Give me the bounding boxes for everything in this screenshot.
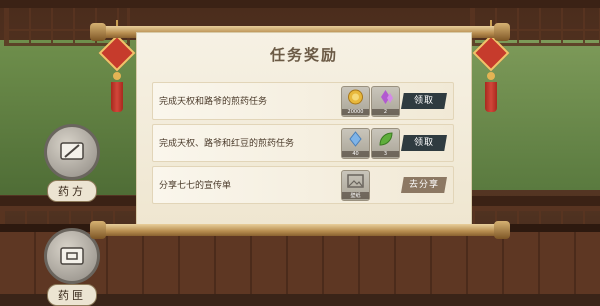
reward-qty: 壁纸	[342, 192, 369, 199]
share-button[interactable]: 去分享	[401, 177, 447, 193]
medicine-box-button[interactable]: 药匣	[40, 228, 104, 306]
reward-item[interactable]: 壁纸	[341, 170, 370, 201]
task-text: 分享七七的宣传单	[159, 181, 232, 191]
recipe-label: 药方	[47, 180, 97, 202]
blue-crystal-icon	[349, 131, 362, 147]
reward-item[interactable]: 3	[371, 128, 400, 159]
reward-item[interactable]: 20000	[341, 86, 370, 117]
panel-title: 任务奖励	[136, 38, 472, 72]
task-text: 完成天权和路爷的煎药任务	[159, 97, 268, 107]
scroll-rod-bottom	[90, 221, 510, 239]
reward-panel: 任务奖励 完成天权和路爷的煎药任务 20000 2 领取 完成天权、路爷和红豆的…	[136, 32, 472, 228]
reward-qty: 2	[372, 109, 399, 115]
reward-item[interactable]: 2	[371, 86, 400, 117]
medicine-box-label: 药匣	[47, 284, 97, 306]
task-row: 分享七七的宣传单 壁纸 去分享	[152, 166, 454, 204]
claim-button[interactable]: 领取	[401, 135, 447, 151]
task-text: 完成天权、路爷和红豆的煎药任务	[159, 139, 295, 149]
reward-qty: 40	[342, 151, 369, 157]
reward-qty: 20000	[342, 109, 369, 115]
claim-button[interactable]: 领取	[401, 93, 447, 109]
task-row: 完成天权和路爷的煎药任务 20000 2 领取	[152, 82, 454, 120]
green-leaf-icon	[379, 132, 393, 146]
reward-item[interactable]: 40	[341, 128, 370, 159]
reward-qty: 3	[372, 151, 399, 157]
recipe-button[interactable]: 药方	[40, 124, 104, 202]
task-row: 完成天权、路爷和红豆的煎药任务 40 3 领取	[152, 124, 454, 162]
picture-icon	[347, 174, 364, 188]
gold-coin-icon	[348, 89, 363, 105]
purple-crystal-icon	[381, 90, 393, 104]
recipe-icon	[44, 124, 100, 180]
ceiling-beam	[0, 0, 600, 8]
